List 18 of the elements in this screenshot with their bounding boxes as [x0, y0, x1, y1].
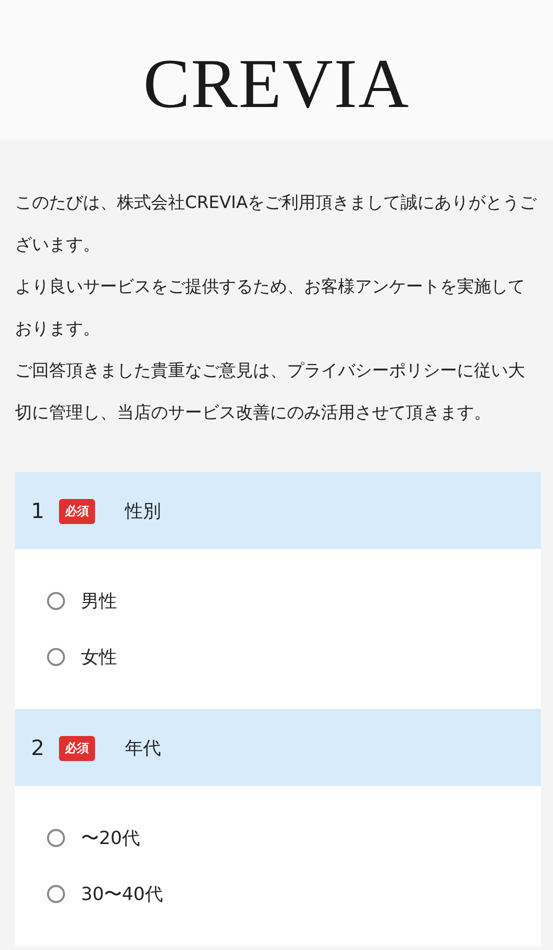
intro-paragraph: ご回答頂きました貴重なご意見は、プライバシーポリシーに従い大切に管理し、当店のサービス改善にのみ活用させて頂きます。	[15, 360, 526, 425]
option-label: 〜20代	[81, 827, 140, 850]
radio-button[interactable]	[47, 648, 65, 666]
question-title: 年代	[125, 737, 161, 760]
option-label: 男性	[81, 590, 117, 613]
option-label: 女性	[81, 646, 117, 669]
radio-button[interactable]	[47, 592, 65, 610]
question-title: 性別	[125, 500, 161, 523]
required-badge: 必須	[59, 736, 95, 760]
intro-paragraph: より良いサービスをご提供するため、お客様アンケートを実施しております。	[15, 276, 526, 341]
intro-paragraph: このたびは、株式会社CREVIAをご利用頂きまして誠にありがとうございます。	[15, 192, 537, 257]
option-label: 30〜40代	[81, 883, 163, 906]
brand-logo: CREVIA	[143, 45, 410, 120]
radio-button[interactable]	[47, 829, 65, 847]
required-badge: 必須	[59, 498, 95, 524]
question-number: 1	[31, 499, 46, 523]
question-number: 2	[31, 736, 46, 760]
radio-button[interactable]	[47, 885, 65, 903]
